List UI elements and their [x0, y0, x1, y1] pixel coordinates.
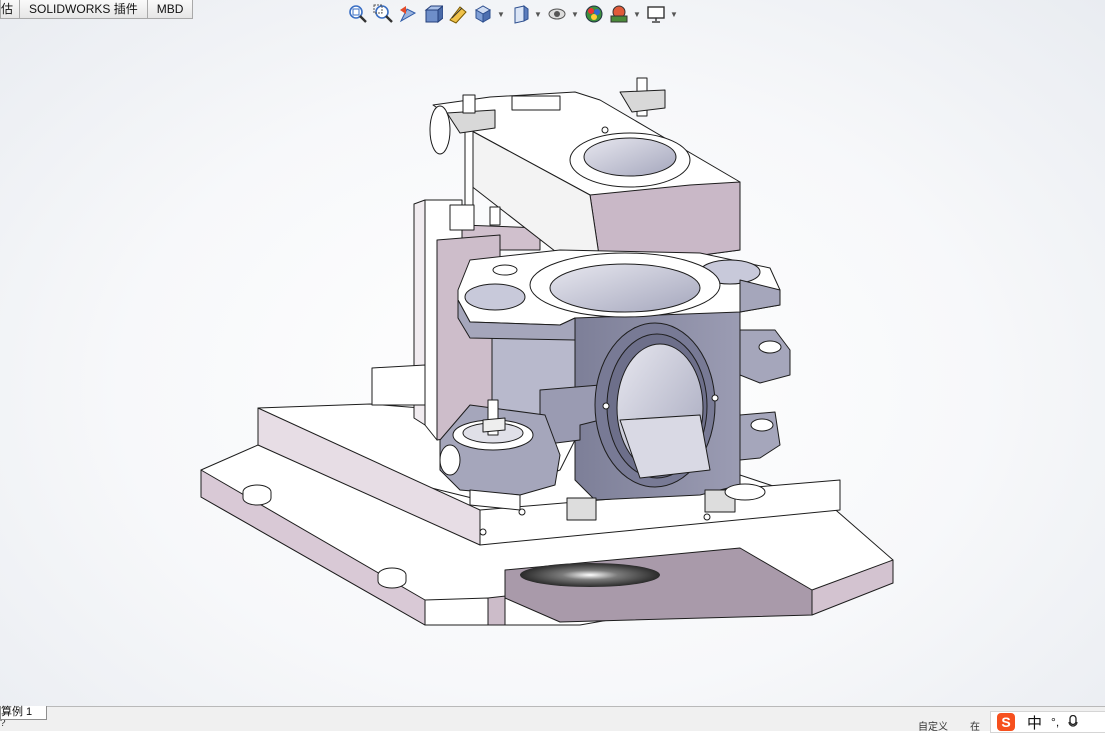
- chevron-down-icon[interactable]: ▼: [571, 3, 579, 25]
- ime-language-toggle[interactable]: 中: [1027, 712, 1042, 732]
- mic-icon[interactable]: [1068, 712, 1078, 732]
- status-bar: ? 自定义 在: [0, 720, 1105, 731]
- section-view-icon[interactable]: [422, 3, 444, 25]
- heads-up-view-toolbar: ▼ ▼ ▼ ▼ ▼: [347, 2, 682, 26]
- tab-evaluate[interactable]: 估: [0, 0, 21, 19]
- chevron-down-icon[interactable]: ▼: [633, 3, 641, 25]
- chevron-down-icon[interactable]: ▼: [534, 3, 542, 25]
- apply-scene-icon[interactable]: [608, 3, 630, 25]
- edit-appearance-icon[interactable]: [583, 3, 605, 25]
- status-partial: 在: [970, 722, 980, 731]
- chevron-down-icon[interactable]: ▼: [670, 3, 678, 25]
- command-manager-tabs: 估 SOLIDWORKS 插件 MBD: [0, 0, 194, 19]
- tab-mbd[interactable]: MBD: [146, 0, 194, 19]
- previous-view-icon[interactable]: [397, 3, 419, 25]
- graphics-area[interactable]: [0, 0, 1105, 706]
- ime-toolbar: S 中 °,: [990, 711, 1105, 733]
- tab-study-1[interactable]: 算例 1: [0, 706, 48, 720]
- display-style-icon[interactable]: [509, 3, 531, 25]
- 3d-model-fixture[interactable]: [0, 0, 1105, 706]
- view-settings-icon[interactable]: [645, 3, 667, 25]
- view-orientation-icon[interactable]: [472, 3, 494, 25]
- status-custom[interactable]: 自定义: [918, 720, 948, 731]
- tab-solidworks-addins[interactable]: SOLIDWORKS 插件: [19, 0, 148, 19]
- chevron-down-icon[interactable]: ▼: [497, 3, 505, 25]
- status-left: ?: [0, 720, 6, 729]
- ime-punctuation-toggle[interactable]: °,: [1051, 712, 1059, 732]
- zoom-to-area-icon[interactable]: [372, 3, 394, 25]
- sogou-logo-icon[interactable]: S: [997, 713, 1015, 731]
- study-tabs-bar: 算例 1: [0, 706, 1105, 721]
- hide-show-items-icon[interactable]: [546, 3, 568, 25]
- dynamic-annotation-icon[interactable]: [447, 3, 469, 25]
- zoom-to-fit-icon[interactable]: [347, 3, 369, 25]
